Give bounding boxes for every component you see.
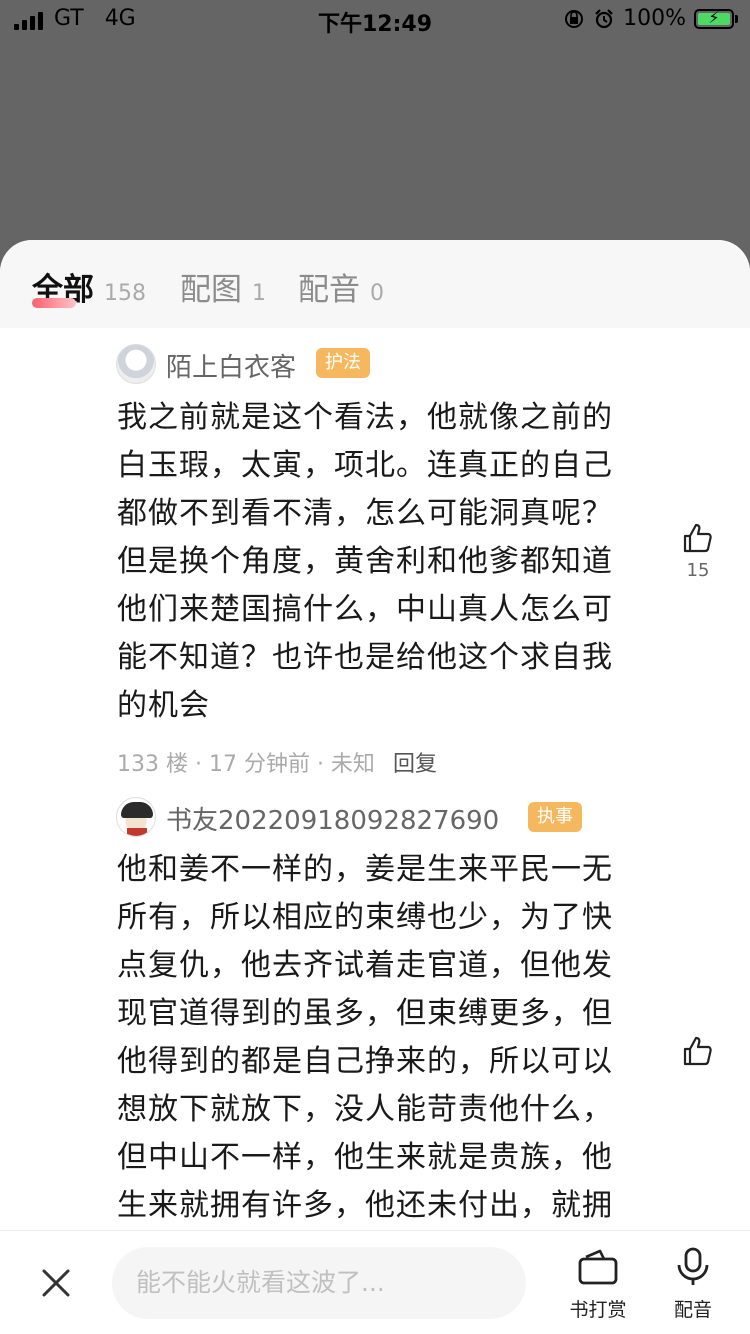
thumbs-up-icon [683, 523, 712, 553]
status-bar: GT 4G 下午12:49 100% ⚡ [0, 0, 750, 40]
book-reward-button[interactable]: 书打赏 [558, 1247, 638, 1322]
close-button[interactable] [38, 1265, 74, 1301]
tab-count: 1 [252, 281, 266, 306]
battery-percent: 100% [623, 6, 686, 31]
alarm-icon [595, 8, 613, 28]
active-tab-indicator [32, 298, 76, 308]
gift-card-icon [578, 1249, 618, 1285]
close-icon [42, 1269, 70, 1297]
comments-sheet: 全部 158 配图 1 配音 0 陌上白衣客 护法 我之前就是这个看法，他就像之… [0, 240, 750, 1334]
microphone-icon [677, 1247, 709, 1285]
tab-images[interactable]: 配图 1 [180, 264, 266, 309]
comment-input-bar: 能不能火就看这波了... 书打赏 配音 [0, 1230, 750, 1334]
dubbing-button[interactable]: 配音 [653, 1247, 733, 1322]
avatar[interactable] [116, 344, 156, 384]
username[interactable]: 陌上白衣客 [166, 347, 296, 384]
reply-button[interactable]: 回复 [393, 752, 437, 777]
user-badge: 护法 [316, 348, 370, 378]
comment-meta: 133 楼 · 17 分钟前 · 未知 回复 [117, 752, 437, 777]
like-count: 15 [686, 560, 710, 581]
like-button[interactable] [678, 1035, 718, 1071]
comment-text[interactable]: 我之前就是这个看法，他就像之前的 白玉瑕，太寅，项北。连真正的自己 都做不到看不… [117, 394, 641, 730]
tab-count: 0 [370, 281, 384, 306]
comment-text[interactable]: 他和姜不一样的，姜是生来平民一无 所有，所以相应的束缚也少，为了快 点复仇，他去… [117, 846, 641, 1230]
comment-list: 陌上白衣客 护法 我之前就是这个看法，他就像之前的 白玉瑕，太寅，项北。连真正的… [0, 328, 750, 1230]
avatar[interactable] [116, 797, 156, 837]
tab-count: 158 [104, 281, 146, 306]
battery-charging-icon: ⚡ [694, 8, 738, 29]
like-button[interactable]: 15 [678, 522, 718, 581]
comment-input[interactable]: 能不能火就看这波了... [112, 1247, 526, 1319]
comment-tabs: 全部 158 配图 1 配音 0 [0, 240, 750, 328]
tab-audio[interactable]: 配音 0 [298, 264, 384, 309]
thumbs-up-icon [683, 1036, 712, 1066]
orientation-lock-icon [565, 9, 584, 28]
username[interactable]: 书友20220918092827690 [166, 800, 499, 837]
user-badge: 执事 [528, 802, 582, 832]
